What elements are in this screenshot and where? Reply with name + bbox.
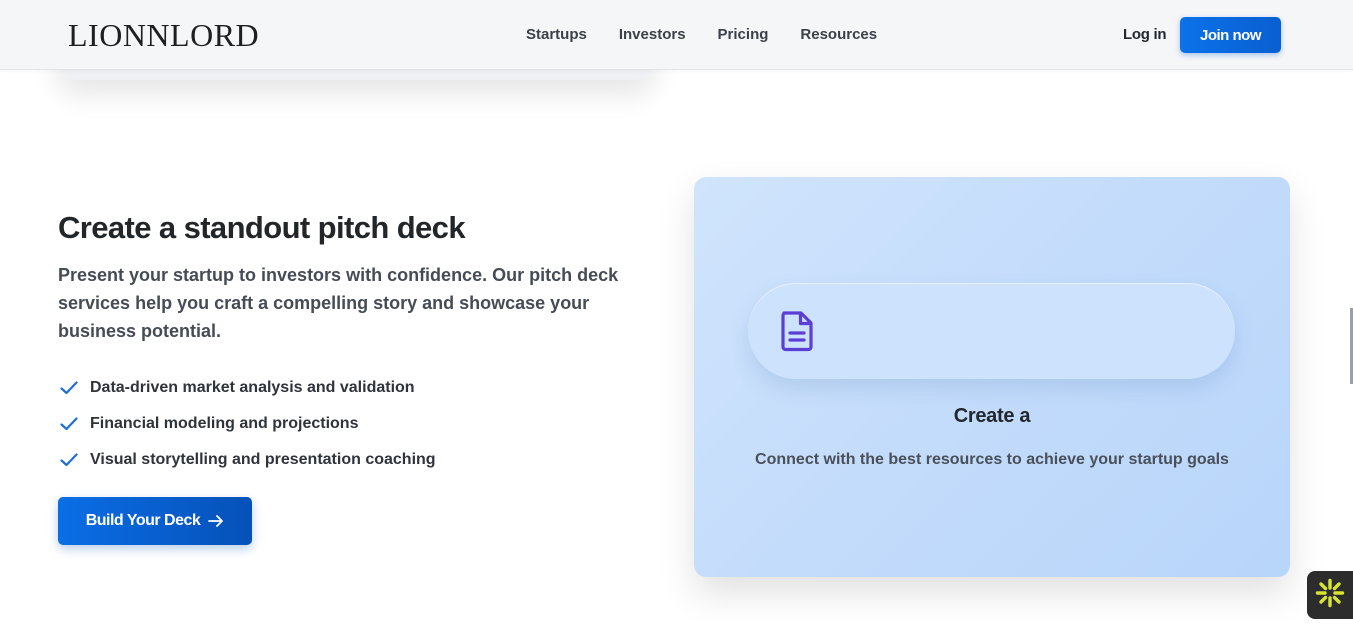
logo[interactable]: LIONNLORD (68, 16, 259, 54)
panel-title: Create a (953, 405, 1031, 427)
feature-item: Financial modeling and projections (58, 406, 436, 442)
floating-widget-button[interactable] (1307, 571, 1353, 619)
sparkle-icon (1315, 578, 1345, 613)
feature-panel: Create a Connect with the best resources… (694, 177, 1290, 577)
document-icon (780, 310, 814, 352)
nav-link-investors[interactable]: Investors (619, 24, 686, 46)
cta-label: Build Your Deck (85, 512, 201, 529)
main-nav: Startups Investors Pricing Resources (526, 0, 877, 66)
section-title: Create a standout pitch deck (58, 210, 466, 245)
check-icon (58, 449, 80, 471)
feature-text: Data-driven market analysis and validati… (90, 379, 415, 396)
section-description: Present your startup to investors with c… (58, 265, 619, 341)
login-link[interactable]: Log in (1123, 24, 1166, 46)
nav-link-resources[interactable]: Resources (800, 24, 877, 46)
feature-item: Visual storytelling and presentation coa… (58, 442, 436, 478)
check-icon (58, 413, 80, 435)
feature-list: Data-driven market analysis and validati… (58, 370, 436, 478)
arrow-right-icon (208, 515, 224, 527)
join-now-button[interactable]: Join now (1180, 17, 1281, 53)
feature-text: Visual storytelling and presentation coa… (90, 451, 436, 468)
build-your-deck-button[interactable]: Build Your Deck (58, 497, 252, 545)
panel-subtitle: Connect with the best resources to achie… (755, 451, 1229, 468)
nav-link-startups[interactable]: Startups (526, 24, 587, 46)
feature-text: Financial modeling and projections (90, 415, 359, 432)
icon-pill (748, 283, 1235, 379)
feature-item: Data-driven market analysis and validati… (58, 370, 436, 406)
nav-link-pricing[interactable]: Pricing (695, 0, 796, 66)
site-header: LIONNLORD Startups Investors Pricing Res… (0, 0, 1353, 70)
check-icon (58, 377, 80, 399)
